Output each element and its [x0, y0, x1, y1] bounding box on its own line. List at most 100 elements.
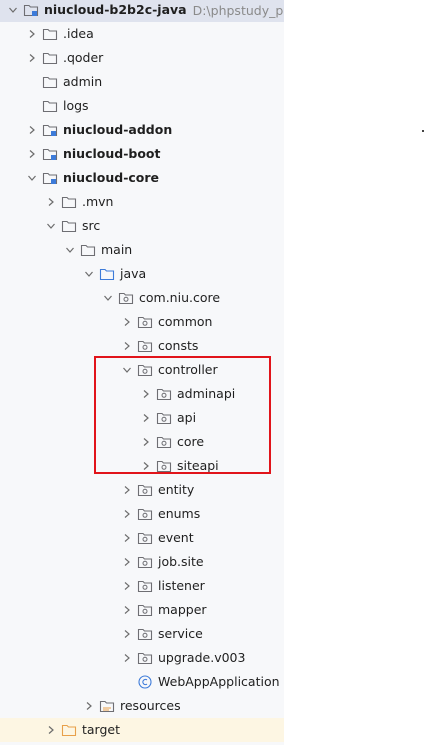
chevron-right-icon[interactable]: [120, 651, 134, 665]
chevron-right-icon[interactable]: [44, 723, 58, 737]
folder-icon: [42, 75, 58, 89]
tree-node-label: niucloud-addon: [63, 122, 173, 137]
tree-node-label: job.site: [158, 554, 204, 569]
resources-folder-icon: [99, 699, 115, 713]
chevron-right-icon[interactable]: [139, 387, 153, 401]
package-icon: [137, 339, 153, 353]
tree-node[interactable]: api: [0, 406, 284, 430]
tree-node-label: niucloud-boot: [63, 146, 161, 161]
tree-node[interactable]: listener: [0, 574, 284, 598]
chevron-right-icon[interactable]: [120, 483, 134, 497]
project-path: D:\phpstudy_pro\W: [192, 2, 284, 18]
chevron-right-icon[interactable]: [25, 147, 39, 161]
tree-node-label: common: [158, 314, 213, 329]
tree-node[interactable]: .mvn: [0, 190, 284, 214]
package-icon: [118, 291, 134, 305]
tree-node[interactable]: adminapi: [0, 382, 284, 406]
tree-node-label: entity: [158, 482, 195, 497]
tree-node[interactable]: siteapi: [0, 454, 284, 478]
tree-node-label: src: [82, 218, 101, 233]
tree-node[interactable]: controller: [0, 358, 284, 382]
package-icon: [137, 603, 153, 617]
chevron-down-icon[interactable]: [101, 291, 115, 305]
chevron-right-icon[interactable]: [139, 435, 153, 449]
folder-icon: [42, 51, 58, 65]
tree-node[interactable]: .qoder: [0, 46, 284, 70]
chevron-right-icon[interactable]: [139, 411, 153, 425]
project-tree: niucloud-b2b2c-java D:\phpstudy_pro\W .ide…: [0, 0, 284, 745]
tree-node-label: .idea: [63, 26, 94, 41]
tree-node-label: .qoder: [63, 50, 104, 65]
tree-node-label: .mvn: [82, 194, 114, 209]
chevron-down-icon[interactable]: [120, 363, 134, 377]
tree-node-label: admin: [63, 74, 103, 89]
chevron-right-icon[interactable]: [120, 531, 134, 545]
tree-node[interactable]: java: [0, 262, 284, 286]
package-icon: [137, 483, 153, 497]
tree-node[interactable]: niucloud-addon: [0, 118, 284, 142]
chevron-right-icon[interactable]: [25, 27, 39, 41]
tree-node[interactable]: event: [0, 526, 284, 550]
chevron-right-icon[interactable]: [44, 195, 58, 209]
tree-node[interactable]: main: [0, 238, 284, 262]
tree-node[interactable]: service: [0, 622, 284, 646]
tree-node-label: main: [101, 242, 133, 257]
package-icon: [156, 411, 172, 425]
package-icon: [137, 363, 153, 377]
tree-node-label: core: [177, 434, 205, 449]
tree-node-label: java: [120, 266, 147, 281]
chevron-right-icon[interactable]: [25, 51, 39, 65]
tree-node[interactable]: consts: [0, 334, 284, 358]
tree-node[interactable]: upgrade.v003: [0, 646, 284, 670]
tree-node[interactable]: resources: [0, 694, 284, 718]
source-folder-icon: [99, 267, 115, 281]
tree-node[interactable]: mapper: [0, 598, 284, 622]
tree-node[interactable]: niucloud-boot: [0, 142, 284, 166]
chevron-down-icon[interactable]: [6, 3, 20, 17]
chevron-right-icon[interactable]: [25, 123, 39, 137]
chevron-down-icon[interactable]: [25, 171, 39, 185]
chevron-right-icon[interactable]: [120, 579, 134, 593]
package-icon: [137, 651, 153, 665]
chevron-right-icon[interactable]: [139, 459, 153, 473]
tree-node-label: logs: [63, 98, 89, 113]
tree-node[interactable]: src: [0, 214, 284, 238]
chevron-right-icon[interactable]: [120, 507, 134, 521]
tree-node[interactable]: common: [0, 310, 284, 334]
folder-icon: [61, 195, 77, 209]
module-folder-icon: [42, 147, 58, 161]
package-icon: [156, 435, 172, 449]
tree-node[interactable]: WebAppApplication: [0, 670, 284, 694]
package-icon: [137, 555, 153, 569]
package-icon: [137, 627, 153, 641]
chevron-right-icon[interactable]: [82, 699, 96, 713]
chevron-down-icon[interactable]: [82, 267, 96, 281]
tree-node[interactable]: core: [0, 430, 284, 454]
tree-node[interactable]: enums: [0, 502, 284, 526]
chevron-right-icon[interactable]: [120, 315, 134, 329]
chevron-right-icon[interactable]: [120, 339, 134, 353]
tree-node-label: upgrade.v003: [158, 650, 246, 665]
tree-node[interactable]: target: [0, 718, 284, 742]
folder-icon: [61, 219, 77, 233]
chevron-down-icon[interactable]: [44, 219, 58, 233]
tree-node[interactable]: entity: [0, 478, 284, 502]
module-folder-icon: [42, 171, 58, 185]
chevron-right-icon[interactable]: [120, 555, 134, 569]
tree-node[interactable]: niucloud-b2b2c-java D:\phpstudy_pro\W: [0, 0, 284, 22]
module-folder-icon: [23, 3, 39, 17]
tree-node-label: service: [158, 626, 203, 641]
tree-node[interactable]: niucloud-core: [0, 166, 284, 190]
tree-node[interactable]: admin: [0, 70, 284, 94]
tree-node-label: listener: [158, 578, 205, 593]
tree-node[interactable]: com.niu.core: [0, 286, 284, 310]
tree-node[interactable]: .idea: [0, 22, 284, 46]
chevron-right-icon[interactable]: [120, 627, 134, 641]
chevron-down-icon[interactable]: [63, 243, 77, 257]
chevron-right-icon[interactable]: [120, 603, 134, 617]
tree-node[interactable]: logs: [0, 94, 284, 118]
tree-node[interactable]: job.site: [0, 550, 284, 574]
